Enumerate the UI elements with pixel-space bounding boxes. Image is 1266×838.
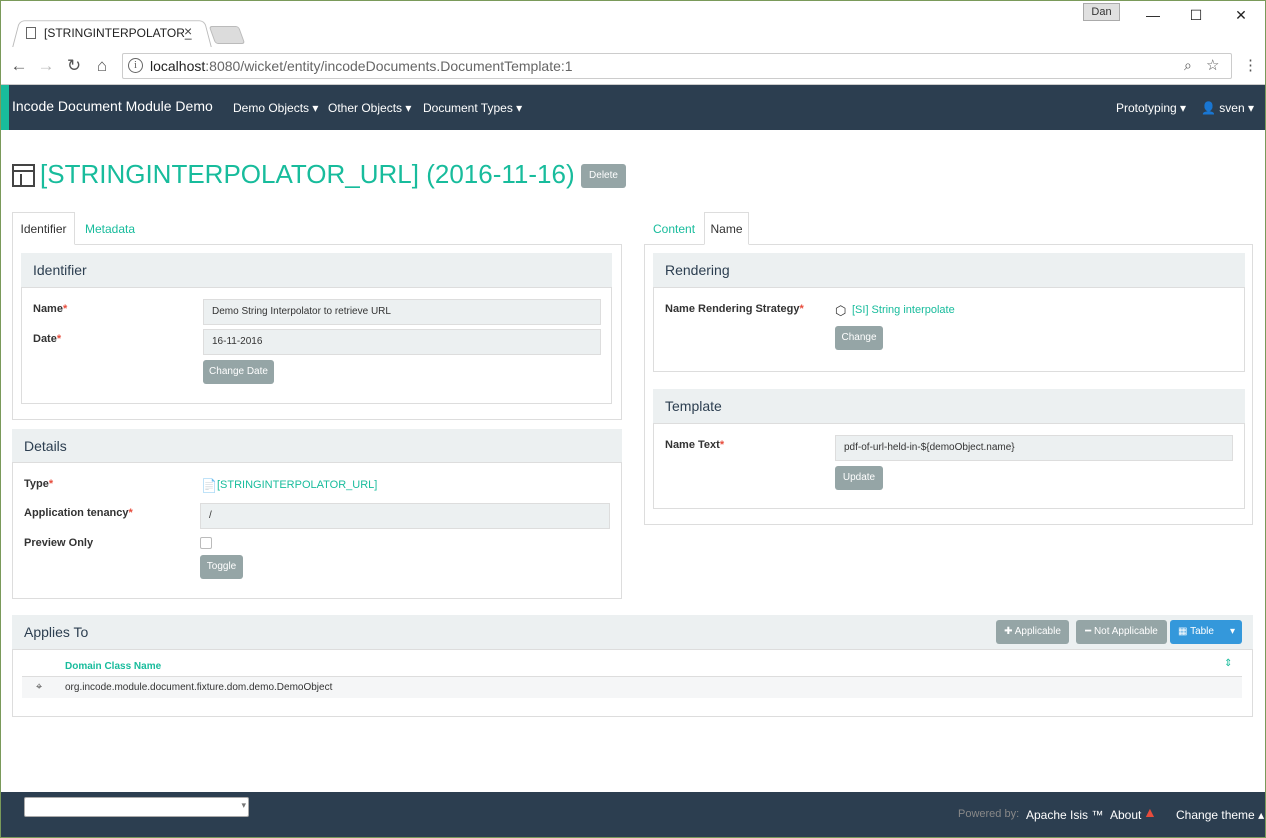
delete-button[interactable]: Delete [581, 164, 626, 188]
sort-icon[interactable]: ⇕ [1224, 658, 1232, 669]
dropdown-arrow-icon: ▾ [241, 800, 246, 810]
document-template-icon [12, 164, 35, 187]
toggle-button[interactable]: Toggle [200, 555, 243, 579]
required-marker: * [62, 303, 68, 315]
not-applicable-button[interactable]: ━ Not Applicable [1076, 620, 1167, 644]
forward-icon[interactable]: → [35, 55, 57, 77]
date-label-text: Date [33, 333, 57, 345]
url-path: :8080/wicket/entity/incodeDocuments.Docu… [205, 58, 573, 74]
warning-icon: ▲ [1143, 804, 1157, 820]
url-text[interactable]: localhost:8080/wicket/entity/incodeDocum… [150, 58, 573, 74]
document-type-icon: 📄 [201, 478, 218, 493]
tenancy-label: Application tenancy* [24, 507, 133, 519]
url-host: localhost [150, 58, 206, 74]
name-label-text: Name [33, 303, 63, 315]
table-header-row [22, 656, 1242, 677]
tenancy-label-text: Application tenancy [24, 507, 129, 519]
required-marker: * [56, 333, 62, 345]
zoom-icon[interactable]: ⌕ [1184, 57, 1192, 74]
name-text-field[interactable]: pdf-of-url-held-in-${demoObject.name} [835, 435, 1233, 461]
row-select-icon[interactable]: ⌖ [36, 681, 42, 694]
tenancy-field[interactable]: / [200, 503, 610, 529]
preview-only-checkbox[interactable] [200, 537, 212, 549]
preview-only-label: Preview Only [24, 537, 94, 549]
footer-select[interactable]: ▾ [24, 797, 249, 817]
back-icon[interactable]: ← [8, 55, 30, 77]
type-link[interactable]: [STRINGINTERPOLATOR_URL] [217, 479, 377, 491]
name-text-label-text: Name Text [665, 439, 720, 451]
column-header-domain-class[interactable]: Domain Class Name [65, 661, 161, 672]
template-heading: Template [653, 389, 1245, 424]
required-marker: * [48, 478, 54, 490]
reload-icon[interactable]: ↻ [63, 55, 85, 77]
table-view-button[interactable]: ▦ Table ▾ [1170, 620, 1242, 644]
applicable-label: Applicable [1014, 626, 1061, 637]
tab-close-icon[interactable]: × [184, 23, 192, 39]
new-tab-button[interactable] [208, 26, 246, 44]
minus-icon: ━ [1085, 626, 1092, 637]
close-window-icon[interactable]: ✕ [1231, 5, 1251, 25]
applicable-button[interactable]: ✚ Applicable [996, 620, 1069, 644]
menu-label: Document Types [423, 101, 513, 115]
page-icon [26, 27, 36, 39]
menu-other-objects[interactable]: Other Objects ▾ [328, 101, 411, 115]
table-label: Table [1190, 626, 1214, 637]
menu-label: Other Objects [328, 101, 403, 115]
tab-metadata[interactable]: Metadata [85, 222, 135, 236]
date-label: Date* [33, 333, 61, 345]
tab-content[interactable]: Content [653, 222, 695, 236]
not-applicable-label: Not Applicable [1093, 626, 1158, 637]
tab-identifier[interactable]: Identifier [12, 212, 75, 245]
tab-name[interactable]: Name [704, 212, 749, 245]
caret-down-icon[interactable]: ▾ [1230, 620, 1235, 644]
update-button[interactable]: Update [835, 466, 883, 490]
change-button[interactable]: Change [835, 326, 883, 350]
menu-user[interactable]: 👤 sven ▾ [1201, 101, 1254, 115]
change-theme-menu[interactable]: Change theme ▴ [1176, 808, 1264, 822]
user-icon: 👤 [1201, 101, 1216, 115]
strategy-label-text: Name Rendering Strategy [665, 303, 800, 315]
powered-by-label: Powered by: [958, 808, 1020, 820]
menu-label: sven [1219, 101, 1245, 115]
menu-label: Prototyping [1116, 101, 1177, 115]
info-icon[interactable]: i [128, 58, 143, 73]
details-heading: Details [12, 429, 622, 463]
profile-badge[interactable]: Dan [1083, 3, 1120, 21]
tab-title: [STRINGINTERPOLATOR_ [44, 26, 192, 40]
change-date-button[interactable]: Change Date [203, 360, 274, 384]
required-marker: * [719, 439, 725, 451]
strategy-link[interactable]: [SI] String interpolate [852, 304, 955, 316]
minimize-icon[interactable]: — [1143, 5, 1163, 25]
apache-isis-link[interactable]: Apache Isis ™ [1026, 808, 1103, 822]
strategy-label: Name Rendering Strategy* [665, 303, 804, 315]
bookmark-star-icon[interactable]: ☆ [1206, 56, 1219, 74]
identifier-heading: Identifier [21, 253, 612, 288]
menu-kebab-icon[interactable]: ⋮ [1243, 56, 1258, 74]
name-text-label: Name Text* [665, 439, 724, 451]
name-field[interactable]: Demo String Interpolator to retrieve URL [203, 299, 601, 325]
required-marker: * [799, 303, 804, 315]
domain-class-cell: org.incode.module.document.fixture.dom.d… [65, 682, 333, 693]
type-label: Type* [24, 478, 53, 490]
rendering-heading: Rendering [653, 253, 1245, 288]
type-label-text: Type [24, 478, 49, 490]
about-link[interactable]: About [1110, 808, 1141, 822]
home-icon[interactable]: ⌂ [91, 55, 113, 77]
menu-label: Demo Objects [233, 101, 310, 115]
name-label: Name* [33, 303, 67, 315]
menu-demo-objects[interactable]: Demo Objects ▾ [233, 101, 318, 115]
maximize-icon[interactable]: ☐ [1186, 5, 1206, 25]
date-field[interactable]: 16-11-2016 [203, 329, 601, 355]
required-marker: * [128, 507, 133, 519]
page-title: [STRINGINTERPOLATOR_URL] (2016-11-16) [40, 159, 575, 189]
menu-prototyping[interactable]: Prototyping ▾ [1116, 101, 1186, 115]
cube-icon: ⬡ [835, 303, 847, 318]
change-theme-label: Change theme [1176, 808, 1255, 822]
menu-document-types[interactable]: Document Types ▾ [423, 101, 522, 115]
plus-icon: ✚ [1004, 626, 1013, 637]
table-icon: ▦ [1178, 626, 1188, 637]
brand[interactable]: Incode Document Module Demo [12, 98, 213, 114]
